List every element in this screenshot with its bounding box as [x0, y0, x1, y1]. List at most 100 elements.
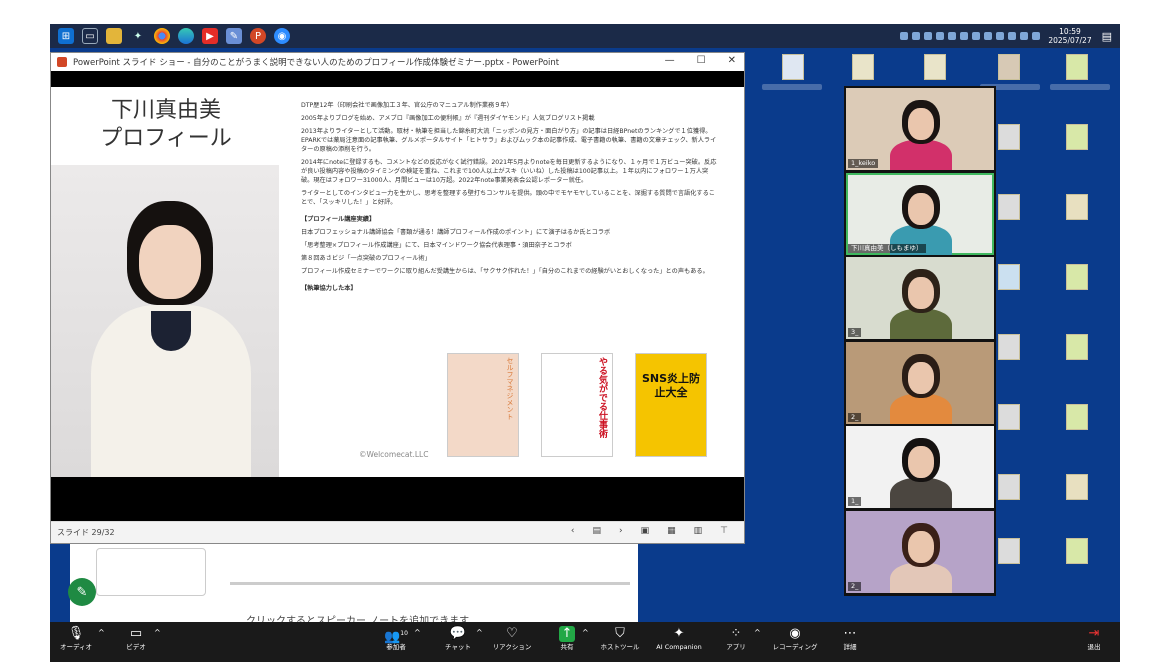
participant-face: [908, 277, 934, 309]
participant-face: [908, 530, 934, 563]
recording-button[interactable]: ◉ レコーディング: [768, 626, 822, 652]
prev-slide-icon[interactable]: ‹: [571, 526, 575, 536]
chevron-up-icon[interactable]: ^: [582, 628, 589, 637]
annotate-pen-button[interactable]: ✎: [68, 578, 96, 606]
reactions-button[interactable]: ♡ リアクション: [490, 626, 534, 652]
participant-body: [890, 478, 952, 508]
slide-thumbnail[interactable]: [96, 548, 206, 596]
profile-paragraph: 2005年よりブログを始め、アメブロ『画像加工の便利帳』が『週刊ダイヤモンド』人…: [301, 115, 595, 122]
zoom-icon[interactable]: ◉: [274, 28, 290, 44]
share-screen-icon: ↑: [559, 626, 575, 642]
chevron-up-icon[interactable]: ^: [414, 628, 421, 637]
taskbar-clock[interactable]: 10:59 2025/07/27: [1048, 27, 1091, 45]
tray-icon[interactable]: [924, 32, 933, 40]
desktop-file-icon[interactable]: [1066, 474, 1088, 500]
desktop-file-icon[interactable]: [998, 474, 1020, 500]
maximize-icon[interactable]: ☐: [697, 55, 706, 66]
notification-icon[interactable]: ▤: [1102, 30, 1112, 43]
participant-video-tile[interactable]: 1_: [846, 426, 994, 508]
desktop-file-icon[interactable]: [998, 124, 1020, 150]
desktop-file-icon[interactable]: [1066, 124, 1088, 150]
slide-sorter-icon[interactable]: ▤: [592, 526, 601, 536]
desktop-file-icon[interactable]: [998, 334, 1020, 360]
sorter-view-icon[interactable]: ▦: [667, 526, 676, 536]
network-icon[interactable]: [1032, 32, 1041, 40]
participant-video-tile[interactable]: 1_keiko: [846, 88, 994, 170]
participant-body: [890, 562, 952, 593]
next-slide-icon[interactable]: ›: [619, 526, 623, 536]
file-explorer-icon[interactable]: [106, 28, 122, 44]
tray-icon[interactable]: [912, 32, 921, 40]
tray-icon[interactable]: [960, 32, 969, 40]
slide-content[interactable]: 下川真由美 プロフィール DTP歴12年（印刷会社で画像加工３年、官公庁のマニュ…: [51, 87, 744, 477]
desktop-file-icon[interactable]: [1066, 54, 1088, 80]
audio-button[interactable]: 🎙 オーディオ ^: [56, 626, 105, 652]
powerpoint-icon[interactable]: P: [250, 28, 266, 44]
participant-face: [908, 361, 934, 394]
desktop-file-icon[interactable]: [1066, 404, 1088, 430]
volume-icon[interactable]: [1020, 32, 1029, 40]
chevron-up-icon[interactable]: ^: [98, 628, 105, 637]
desktop-file-icon[interactable]: [998, 264, 1020, 290]
achievement-item: プロフィール作成セミナーでワークに取り組んだ受講生からは、「サクサク作れた！」「…: [301, 268, 709, 275]
book-cover: やる気がでる仕事術: [541, 353, 613, 457]
host-tools-button[interactable]: ⛉ ホストツール: [598, 626, 642, 652]
powerpoint-editor-window: クリックするとスピーカー ノートを追加できます: [70, 544, 638, 622]
tray-icon[interactable]: [936, 32, 945, 40]
tray-icon[interactable]: [900, 32, 909, 40]
slideshow-statusbar: スライド 29/32 ‹ ▤ › ▣ ▦ ▥ ⊤: [51, 521, 744, 543]
close-icon[interactable]: ✕: [728, 55, 736, 66]
desktop-file-icon[interactable]: [998, 404, 1020, 430]
tray-icon[interactable]: [1008, 32, 1017, 40]
tray-icon[interactable]: [972, 32, 981, 40]
normal-view-icon[interactable]: ▣: [641, 526, 650, 536]
more-button[interactable]: ⋯ 詳細: [836, 626, 864, 652]
tray-icon[interactable]: [948, 32, 957, 40]
participant-video-tile[interactable]: 下川真由美（しもまゆ）: [846, 172, 994, 255]
heart-icon: ♡: [506, 626, 518, 641]
desktop-file-icon[interactable]: [998, 54, 1020, 80]
youtube-icon[interactable]: ▶: [202, 28, 218, 44]
desktop-folder-icon[interactable]: [924, 54, 946, 80]
participant-video-tile[interactable]: 2_: [846, 510, 994, 593]
chat-button[interactable]: 💬 チャット ^: [442, 626, 483, 652]
presenter-name: 下川真由美: [110, 98, 221, 123]
desktop-folder-icon[interactable]: [852, 54, 874, 80]
edge-icon[interactable]: [178, 28, 194, 44]
participant-video-tile[interactable]: 3_: [846, 257, 994, 339]
notes-placeholder[interactable]: クリックするとスピーカー ノートを追加できます: [246, 612, 469, 622]
desktop-file-icon[interactable]: [1066, 538, 1088, 564]
achievement-item: 「思考整理×プロフィール作成講座」にて、日本マインドワーク協会代表理事・須田奈子…: [301, 242, 572, 249]
desktop-file-icon[interactable]: [998, 194, 1020, 220]
desktop-file-icon[interactable]: [1066, 264, 1088, 290]
video-button[interactable]: ▭ ビデオ ^: [120, 626, 160, 652]
section-title: 【プロフィール講座実績】: [301, 216, 376, 223]
participant-face: [908, 446, 934, 478]
desktop-file-icon[interactable]: [1066, 194, 1088, 220]
share-button[interactable]: ↑ 共有 ^: [554, 626, 589, 652]
apps-button[interactable]: ⁘ アプリ ^: [720, 626, 760, 652]
chevron-up-icon[interactable]: ^: [154, 628, 161, 637]
reading-view-icon[interactable]: ▥: [694, 526, 703, 536]
window-title: PowerPoint スライド ショー - 自分のことがうまく説明できない人のた…: [73, 58, 560, 68]
leave-label: 退出: [1087, 643, 1101, 651]
ai-companion-button[interactable]: ✦ AI Companion: [652, 626, 706, 652]
participant-video-tile[interactable]: 2_: [846, 341, 994, 424]
slideshow-view-icon[interactable]: ⊤: [720, 526, 728, 536]
participants-button[interactable]: 👥10 参加者 ^: [380, 626, 421, 652]
chevron-up-icon[interactable]: ^: [476, 628, 483, 637]
tray-icon[interactable]: [984, 32, 993, 40]
chrome-icon[interactable]: [154, 28, 170, 44]
minimize-icon[interactable]: —: [665, 55, 675, 66]
audio-label: オーディオ: [59, 643, 93, 651]
leave-button[interactable]: ⇥ 退出: [1080, 626, 1108, 652]
windows-start-icon[interactable]: ⊞: [58, 28, 74, 44]
desktop-file-icon[interactable]: [782, 54, 804, 80]
pen-app-icon[interactable]: ✎: [226, 28, 242, 44]
task-view-icon[interactable]: ▭: [82, 28, 98, 44]
desktop-file-icon[interactable]: [1066, 334, 1088, 360]
tray-icon[interactable]: [996, 32, 1005, 40]
chevron-up-icon[interactable]: ^: [754, 628, 761, 637]
desktop-file-icon[interactable]: [998, 538, 1020, 564]
paw-app-icon[interactable]: ✦: [130, 28, 146, 44]
